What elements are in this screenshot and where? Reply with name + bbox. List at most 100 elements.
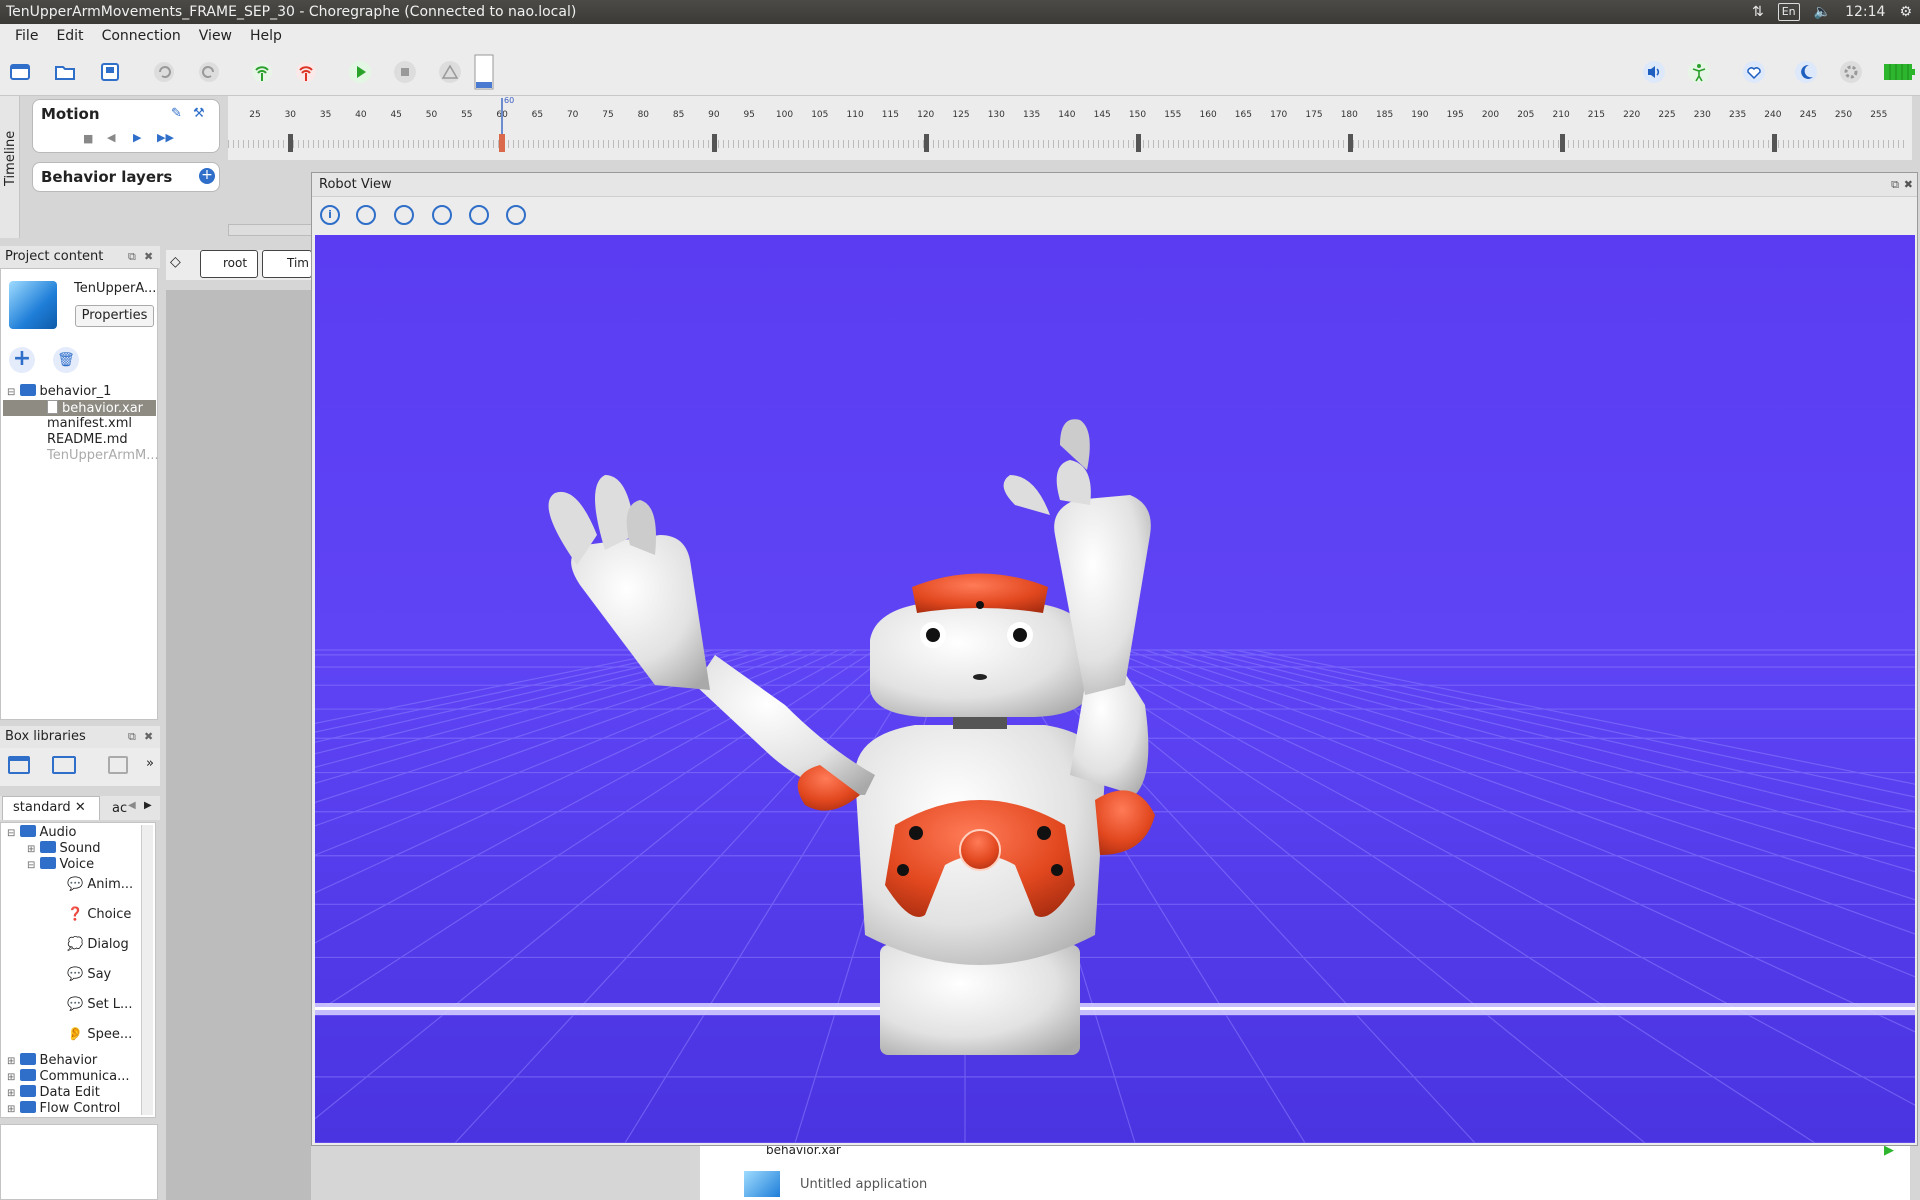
tab-scroll-right-icon[interactable]: ▶	[144, 800, 152, 811]
delete-trash-icon[interactable]: 🗑	[53, 347, 79, 373]
timeline-box[interactable]: Tim	[262, 250, 312, 278]
play-icon[interactable]	[346, 58, 374, 86]
library-box-dialog[interactable]: 💭 Dialog	[67, 937, 129, 952]
tree-item-behavior-xar[interactable]: behavior.xar	[3, 400, 156, 416]
library-folder-voice[interactable]: ⊟ Voice	[27, 857, 94, 872]
rotate-view-icon[interactable]	[394, 205, 414, 225]
zoom-out-icon[interactable]	[506, 205, 526, 225]
library-box-set-language[interactable]: 💬 Set L...	[67, 997, 132, 1012]
edit-pencil-icon[interactable]: ✎	[171, 106, 182, 121]
library-box-say[interactable]: 💬 Say	[67, 967, 111, 982]
library-box-speech-reco[interactable]: 👂 Spee...	[67, 1027, 132, 1042]
clock[interactable]: 12:14	[1845, 0, 1885, 24]
add-file-icon[interactable]: +	[9, 347, 35, 373]
pan-view-icon[interactable]	[432, 205, 452, 225]
connect-icon[interactable]	[248, 58, 276, 86]
redo-icon[interactable]	[195, 58, 223, 86]
keyframe-marker[interactable]	[1136, 134, 1141, 152]
timeline-tick-label: 250	[1834, 110, 1853, 120]
tree-item-manifest[interactable]: manifest.xml	[47, 416, 132, 431]
properties-button[interactable]: Properties	[75, 305, 154, 327]
speaker-volume-icon[interactable]	[1640, 58, 1668, 86]
flow-horizontal-scrollbar[interactable]	[228, 224, 312, 236]
current-frame-marker[interactable]	[499, 134, 505, 152]
save-library-icon[interactable]	[108, 756, 128, 774]
save-icon[interactable]	[96, 58, 124, 86]
close-icon[interactable]: ✖	[144, 246, 153, 268]
tree-item-package[interactable]: TenUpperArmM...	[47, 448, 159, 463]
float-icon[interactable]: ⧉	[128, 246, 136, 268]
timeline-tick-label: 195	[1446, 110, 1464, 120]
motion-stop-icon[interactable]: ■	[83, 132, 93, 145]
float-icon[interactable]: ⧉	[128, 726, 136, 748]
settings-gear-icon[interactable]: ⚙	[1899, 0, 1912, 24]
timeline-ruler[interactable]: 25 30 35 40 45 50 55 60 65 70 75 80 85 90 95 100 105 110 1…	[228, 96, 1912, 160]
library-folder-data-edit[interactable]: ⊞ Data Edit	[7, 1085, 100, 1100]
tree-item-readme[interactable]: README.md	[47, 432, 128, 447]
project-content-header: Project content ⧉ ✖	[0, 246, 160, 268]
motion-forward-icon[interactable]: ▶▶	[157, 131, 174, 144]
zoom-in-icon[interactable]	[469, 205, 489, 225]
close-icon[interactable]: ✖	[1904, 173, 1913, 197]
tree-item-behavior-1[interactable]: ⊟ behavior_1	[7, 384, 111, 399]
keyboard-language-indicator[interactable]: En	[1777, 3, 1800, 21]
keyframe-marker[interactable]	[1348, 134, 1353, 152]
keyframe-marker[interactable]	[712, 134, 717, 152]
keyframe-marker[interactable]	[288, 134, 293, 152]
flow-breadcrumb: ◇ root Tim	[166, 250, 312, 280]
menu-file[interactable]: File	[6, 28, 47, 44]
tab-standard[interactable]: standard ✕	[2, 796, 100, 820]
open-folder-icon[interactable]	[51, 58, 79, 86]
open-library-icon[interactable]	[52, 756, 76, 774]
info-icon[interactable]: i	[320, 205, 340, 225]
preferences-gear-icon[interactable]	[1837, 58, 1865, 86]
volume-icon[interactable]: 🔈	[1814, 0, 1831, 24]
robot-posture-icon[interactable]	[1685, 58, 1713, 86]
library-folder-behavior[interactable]: ⊞ Behavior	[7, 1053, 97, 1068]
robot-view-titlebar[interactable]: Robot View ⧉ ✖	[312, 173, 1917, 197]
disconnect-icon[interactable]	[292, 58, 320, 86]
menu-connection[interactable]: Connection	[93, 28, 190, 44]
rest-moon-icon[interactable]	[1792, 58, 1820, 86]
menu-edit[interactable]: Edit	[47, 28, 92, 44]
tab-close-icon[interactable]: ✕	[75, 800, 86, 815]
new-library-icon[interactable]	[8, 756, 30, 774]
undo-icon[interactable]	[150, 58, 178, 86]
root-box[interactable]: root	[200, 250, 258, 278]
tab-scroll-left-icon[interactable]: ◀	[128, 800, 136, 811]
motion-settings-icon[interactable]: ⚒	[193, 106, 205, 121]
heart-icon[interactable]	[1740, 58, 1768, 86]
library-folder-communication[interactable]: ⊞ Communica...	[7, 1069, 130, 1084]
keyframe-marker[interactable]	[1560, 134, 1565, 152]
motion-label: Motion	[41, 105, 100, 123]
timeline-side-tab[interactable]: Timeline	[0, 96, 20, 238]
stop-icon[interactable]	[391, 58, 419, 86]
menu-view[interactable]: View	[190, 28, 241, 44]
library-scrollbar[interactable]	[141, 825, 153, 1115]
keyframe-marker[interactable]	[1772, 134, 1777, 152]
warning-icon[interactable]	[436, 58, 464, 86]
float-icon[interactable]: ⧉	[1891, 173, 1899, 197]
robot-3d-scene	[315, 235, 1915, 1143]
menu-help[interactable]: Help	[241, 28, 291, 44]
robot-view-toolbar: i	[312, 197, 1917, 233]
tab-other[interactable]: ac	[106, 798, 128, 820]
library-folder-flow-control[interactable]: ⊞ Flow Control	[7, 1101, 120, 1116]
motion-rewind-icon[interactable]: ◀	[107, 131, 115, 144]
motion-play-icon[interactable]: ▶	[133, 131, 141, 144]
flow-diagram-canvas[interactable]	[166, 290, 311, 1200]
more-chevron-icon[interactable]: »	[146, 756, 154, 771]
close-icon[interactable]: ✖	[144, 726, 153, 748]
zoom-fit-icon[interactable]	[356, 205, 376, 225]
box-description-panel	[0, 1124, 158, 1200]
library-folder-sound[interactable]: ⊞ Sound	[27, 841, 100, 856]
network-icon[interactable]: ⇅	[1752, 0, 1764, 24]
keyframe-marker[interactable]	[924, 134, 929, 152]
library-box-animated-say[interactable]: 💬 Anim...	[67, 877, 133, 892]
new-project-icon[interactable]	[6, 58, 34, 86]
library-box-choice[interactable]: ❓ Choice	[67, 907, 131, 922]
robot-view-title: Robot View	[319, 177, 392, 192]
library-folder-audio[interactable]: ⊟ Audio	[7, 825, 76, 840]
robot-3d-viewport[interactable]	[315, 235, 1915, 1143]
add-layer-icon[interactable]: +	[199, 168, 215, 184]
